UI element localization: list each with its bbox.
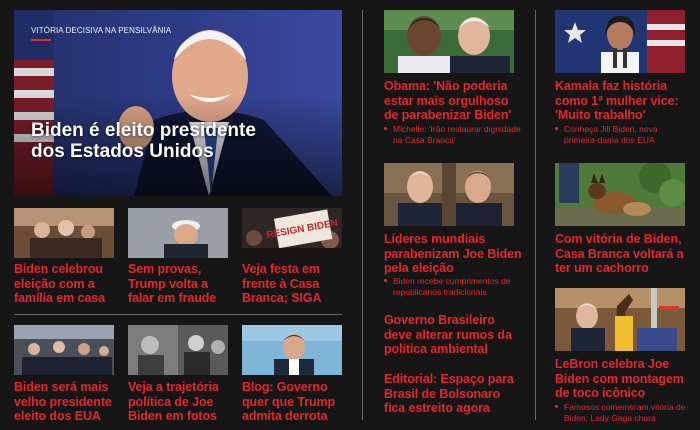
grid-headline-2[interactable]: Sem provas, Trump volta a falar em fraud…	[128, 262, 228, 306]
right-sub-famosos-text: Famosos comemoram vitória de Biden; Lady…	[564, 402, 686, 423]
grid-thumb-biden-career[interactable]	[128, 325, 228, 375]
right-headline-lebron[interactable]: LeBron celebra Joe Biden com montagem de…	[555, 357, 690, 401]
obama-biden-photo[interactable]	[384, 10, 514, 73]
middle-headline-obama[interactable]: Obama: 'Não poderia estar mais orgulhoso…	[384, 79, 514, 123]
grid-headline-5[interactable]: Veja a trajetória política de Joe Biden …	[128, 380, 228, 424]
grid-divider	[14, 314, 342, 315]
right-sub-jill[interactable]: Conheça Jill Biden, nova primeira-dama d…	[555, 124, 690, 145]
right-headline-dog[interactable]: Com vitória de Biden, Casa Branca voltar…	[555, 232, 690, 276]
column-divider-right	[535, 10, 536, 420]
hero-photo[interactable]	[14, 10, 342, 196]
bullet-dot	[384, 127, 387, 130]
world-leaders-photo[interactable]	[384, 163, 514, 226]
grid-thumb-whitehouse-party[interactable]: RESIGN BIDEN	[242, 208, 342, 258]
dogs-photo[interactable]	[555, 163, 685, 226]
grid-thumb-family[interactable]	[14, 208, 114, 258]
middle-headline-editorial[interactable]: Editorial: Espaço para Brasil de Bolsona…	[384, 372, 524, 416]
hero-kicker[interactable]: VITÓRIA DECISIVA NA PENSILVÂNIA	[31, 26, 171, 35]
middle-headline-environment[interactable]: Governo Brasileiro deve alterar rumos da…	[384, 313, 524, 357]
middle-sub-republicans-text: Biden recebe cumprimentos de republicano…	[393, 276, 511, 297]
grid-headline-4[interactable]: Biden será mais velho presidente eleito …	[14, 380, 118, 424]
middle-sub-michelle-text: Michelle: 'Irão restaurar dignidade na C…	[393, 124, 521, 145]
grid-thumb-trump[interactable]	[128, 208, 228, 258]
bullet-dot	[555, 405, 558, 408]
right-sub-jill-text: Conheça Jill Biden, nova primeira-dama d…	[564, 124, 658, 145]
middle-sub-republicans[interactable]: Biden recebe cumprimentos de republicano…	[384, 276, 523, 297]
grid-headline-3[interactable]: Veja festa em frente à Casa Branca; SIGA	[242, 262, 342, 306]
bullet-dot	[555, 127, 558, 130]
bullet-dot	[384, 279, 387, 282]
hero-kicker-underline	[31, 39, 51, 41]
right-sub-famosos[interactable]: Famosos comemoram vitória de Biden; Lady…	[555, 402, 690, 423]
lebron-photo[interactable]	[555, 288, 685, 351]
hero-headline[interactable]: Biden é eleito presidente dos Estados Un…	[31, 120, 291, 162]
grid-headline-1[interactable]: Biden celebrou eleição com a família em …	[14, 262, 114, 306]
column-divider-left	[362, 10, 363, 420]
middle-sub-michelle[interactable]: Michelle: 'Irão restaurar dignidade na C…	[384, 124, 523, 145]
middle-headline-leaders[interactable]: Líderes mundiais parabenizam Joe Biden p…	[384, 232, 524, 276]
grid-thumb-biden-age[interactable]	[14, 325, 114, 375]
right-headline-kamala[interactable]: Kamala faz história como 1ª mulher vice:…	[555, 79, 690, 123]
kamala-photo[interactable]	[555, 10, 685, 73]
grid-headline-6[interactable]: Blog: Governo quer que Trump admita derr…	[242, 380, 342, 424]
grid-thumb-bolsonaro[interactable]	[242, 325, 342, 375]
